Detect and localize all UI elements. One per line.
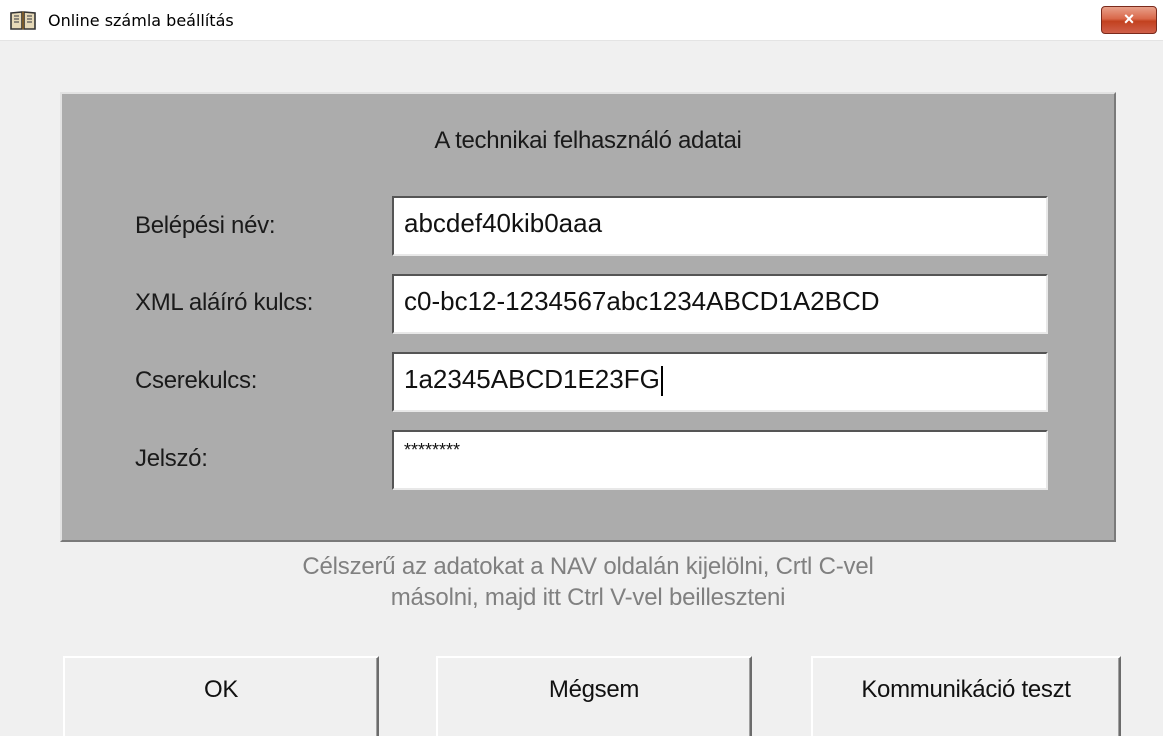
hint-line-1: Célszerű az adatokat a NAV oldalán kijel… <box>302 553 874 580</box>
cancel-button-label: Mégsem <box>548 676 640 703</box>
password-input[interactable]: ******** <box>392 430 1048 490</box>
close-icon: × <box>1123 9 1135 29</box>
exchange-key-input[interactable]: 1a2345ABCD1E23FG <box>392 352 1048 412</box>
title-bar: Online számla beállítás × <box>0 0 1163 41</box>
communication-test-button-label: Kommunikáció teszt <box>861 676 1071 703</box>
ok-button[interactable]: OK <box>63 656 379 736</box>
password-label: Jelszó: <box>135 445 208 472</box>
window-title: Online számla beállítás <box>48 11 234 30</box>
credentials-panel: A technikai felhasználó adatai Belépési … <box>60 92 1116 542</box>
open-book-icon <box>10 11 36 30</box>
ok-button-label: OK <box>203 676 239 703</box>
xml-signing-key-input[interactable]: c0-bc12-1234567abc1234ABCD1A2BCD <box>392 274 1048 334</box>
login-name-label: Belépési név: <box>135 212 276 239</box>
password-value: ******** <box>404 440 461 460</box>
hint-line-2: másolni, majd itt Ctrl V-vel beilleszten… <box>390 584 786 611</box>
cancel-button[interactable]: Mégsem <box>436 656 752 736</box>
login-name-value: abcdef40kib0aaa <box>404 208 603 238</box>
xml-signing-key-value: c0-bc12-1234567abc1234ABCD1A2BCD <box>404 286 880 316</box>
login-name-input[interactable]: abcdef40kib0aaa <box>392 196 1048 256</box>
close-button[interactable]: × <box>1101 6 1157 34</box>
xml-signing-key-label: XML aláíró kulcs: <box>135 289 314 316</box>
text-caret <box>660 366 663 397</box>
hint-text: Célszerű az adatokat a NAV oldalán kijel… <box>60 551 1116 613</box>
panel-heading: A technikai felhasználó adatai <box>434 127 742 154</box>
exchange-key-label: Cserekulcs: <box>135 367 258 394</box>
communication-test-button[interactable]: Kommunikáció teszt <box>811 656 1121 736</box>
exchange-key-value: 1a2345ABCD1E23FG <box>404 364 660 394</box>
